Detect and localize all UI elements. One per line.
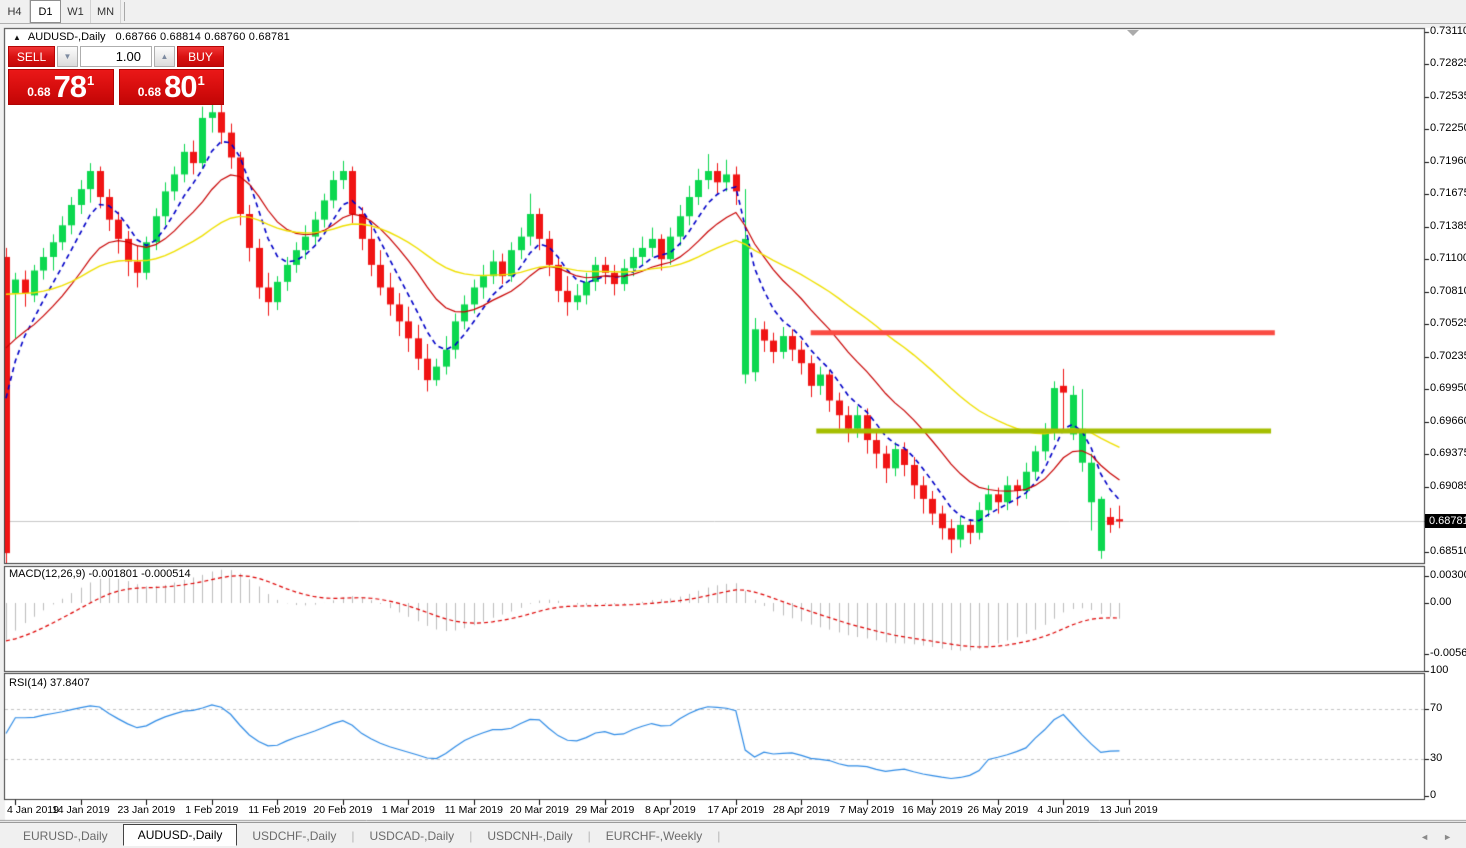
- date-axis-label: 13 Jun 2019: [1100, 804, 1158, 816]
- chart-tab-eurusd-daily[interactable]: EURUSD-,Daily: [8, 825, 123, 847]
- date-axis-label: 16 May 2019: [902, 804, 963, 816]
- tab-scroll-left-icon[interactable]: ◄: [1420, 832, 1429, 842]
- sell-price-small: 0.68: [27, 85, 50, 99]
- date-axis-label: 8 Apr 2019: [645, 804, 696, 816]
- volume-decrease-button[interactable]: ▼: [57, 46, 78, 67]
- date-axis-label: 1 Mar 2019: [382, 804, 435, 816]
- price-axis-label: 0.71100: [1430, 252, 1464, 264]
- buy-price-big: 80: [164, 72, 196, 102]
- price-axis-label: 0.71675: [1430, 187, 1464, 199]
- macd-indicator-label: MACD(12,26,9) -0.001801 -0.000514: [9, 568, 191, 580]
- price-axis-label: 0.72825: [1430, 57, 1464, 69]
- date-axis-label: 28 Apr 2019: [773, 804, 830, 816]
- date-axis-label: 1 Feb 2019: [185, 804, 238, 816]
- chart-canvas[interactable]: [0, 0, 1466, 848]
- rsi-axis-label: 70: [1430, 702, 1464, 714]
- sell-price-button[interactable]: 0.68 78 1: [8, 69, 114, 105]
- price-axis-label: 0.72250: [1430, 122, 1464, 134]
- timeframe-button-h4[interactable]: H4: [0, 0, 30, 23]
- buy-price-button[interactable]: 0.68 80 1: [119, 69, 225, 105]
- chart-tab-audusd-daily[interactable]: AUDUSD-,Daily: [123, 824, 238, 846]
- symbol-title: AUDUSD-,Daily: [28, 31, 106, 43]
- date-axis-label: 29 Mar 2019: [575, 804, 634, 816]
- trading-platform-window: H4D1W1MN ▲ AUDUSD-,Daily 0.68766 0.68814…: [0, 0, 1466, 848]
- price-axis-label: 0.68510: [1430, 545, 1464, 557]
- chart-tab-eurchf-weekly[interactable]: EURCHF-,Weekly: [591, 825, 717, 847]
- date-axis-label: 4 Jun 2019: [1037, 804, 1089, 816]
- current-price-tag: 0.68781: [1425, 514, 1466, 528]
- date-axis-label: 11 Mar 2019: [445, 804, 503, 816]
- timeframe-toolbar: H4D1W1MN: [0, 0, 1466, 24]
- chart-tab-usdcnh-daily[interactable]: USDCNH-,Daily: [472, 825, 587, 847]
- buy-price-sup: 1: [198, 73, 205, 88]
- rsi-axis-label: 30: [1430, 752, 1464, 764]
- price-axis-label: 0.70525: [1430, 317, 1464, 329]
- date-axis-label: 20 Mar 2019: [510, 804, 569, 816]
- price-axis-label: 0.69085: [1430, 480, 1464, 492]
- price-axis-label: 0.70810: [1430, 285, 1464, 297]
- one-click-trade-panel: SELL ▼ 1.00 ▲ BUY 0.68 78 1 0.68 80 1: [8, 46, 224, 105]
- macd-axis-label: -0.005648: [1430, 647, 1464, 659]
- date-axis-label: 17 Apr 2019: [708, 804, 765, 816]
- chart-tab-usdchf-daily[interactable]: USDCHF-,Daily: [237, 825, 351, 847]
- timeframe-button-d1[interactable]: D1: [30, 0, 61, 23]
- buy-button[interactable]: BUY: [177, 46, 224, 67]
- sell-button[interactable]: SELL: [8, 46, 55, 67]
- macd-axis-label: 0.00: [1430, 596, 1464, 608]
- date-axis-label: 26 May 2019: [967, 804, 1028, 816]
- price-axis-label: 0.69660: [1430, 415, 1464, 427]
- collapse-icon[interactable]: ▲: [13, 33, 21, 42]
- date-axis-label: 23 Jan 2019: [117, 804, 175, 816]
- sell-price-sup: 1: [87, 73, 94, 88]
- chart-tab-bar: EURUSD-,DailyAUDUSD-,DailyUSDCHF-,Daily |…: [0, 822, 1466, 848]
- chart-header: ▲ AUDUSD-,Daily 0.68766 0.68814 0.68760 …: [13, 31, 290, 43]
- date-axis-label: 11 Feb 2019: [248, 804, 306, 816]
- price-axis-label: 0.71960: [1430, 155, 1464, 167]
- chart-tab-usdcad-daily[interactable]: USDCAD-,Daily: [355, 825, 470, 847]
- volume-increase-button[interactable]: ▲: [154, 46, 175, 67]
- chart-shift-marker-icon[interactable]: [1127, 30, 1139, 36]
- price-axis-label: 0.72535: [1430, 90, 1464, 102]
- price-axis-label: 0.70235: [1430, 350, 1464, 362]
- price-axis-label: 0.73110: [1430, 25, 1464, 37]
- buy-price-small: 0.68: [138, 85, 161, 99]
- rsi-indicator-label: RSI(14) 37.8407: [9, 677, 90, 689]
- rsi-axis-label: 0: [1430, 789, 1464, 801]
- timeframe-button-w1[interactable]: W1: [61, 0, 91, 23]
- timeframe-button-mn[interactable]: MN: [91, 0, 121, 23]
- rsi-axis-label: 100: [1430, 664, 1464, 676]
- tab-scroll-controls: ◄ ►: [1420, 832, 1452, 842]
- sell-price-big: 78: [54, 72, 86, 102]
- macd-axis-label: 0.003003: [1430, 569, 1464, 581]
- date-axis-label: 20 Feb 2019: [313, 804, 372, 816]
- date-axis-label: 7 May 2019: [839, 804, 894, 816]
- ohlc-values: 0.68766 0.68814 0.68760 0.68781: [116, 31, 290, 43]
- toolbar-separator: [124, 2, 125, 21]
- price-axis-label: 0.71385: [1430, 220, 1464, 232]
- volume-input[interactable]: 1.00: [80, 46, 152, 67]
- tab-scroll-right-icon[interactable]: ►: [1443, 832, 1452, 842]
- tab-divider: |: [717, 829, 720, 843]
- date-axis-label: 14 Jan 2019: [52, 804, 110, 816]
- price-axis-label: 0.69950: [1430, 382, 1464, 394]
- price-axis-label: 0.69375: [1430, 447, 1464, 459]
